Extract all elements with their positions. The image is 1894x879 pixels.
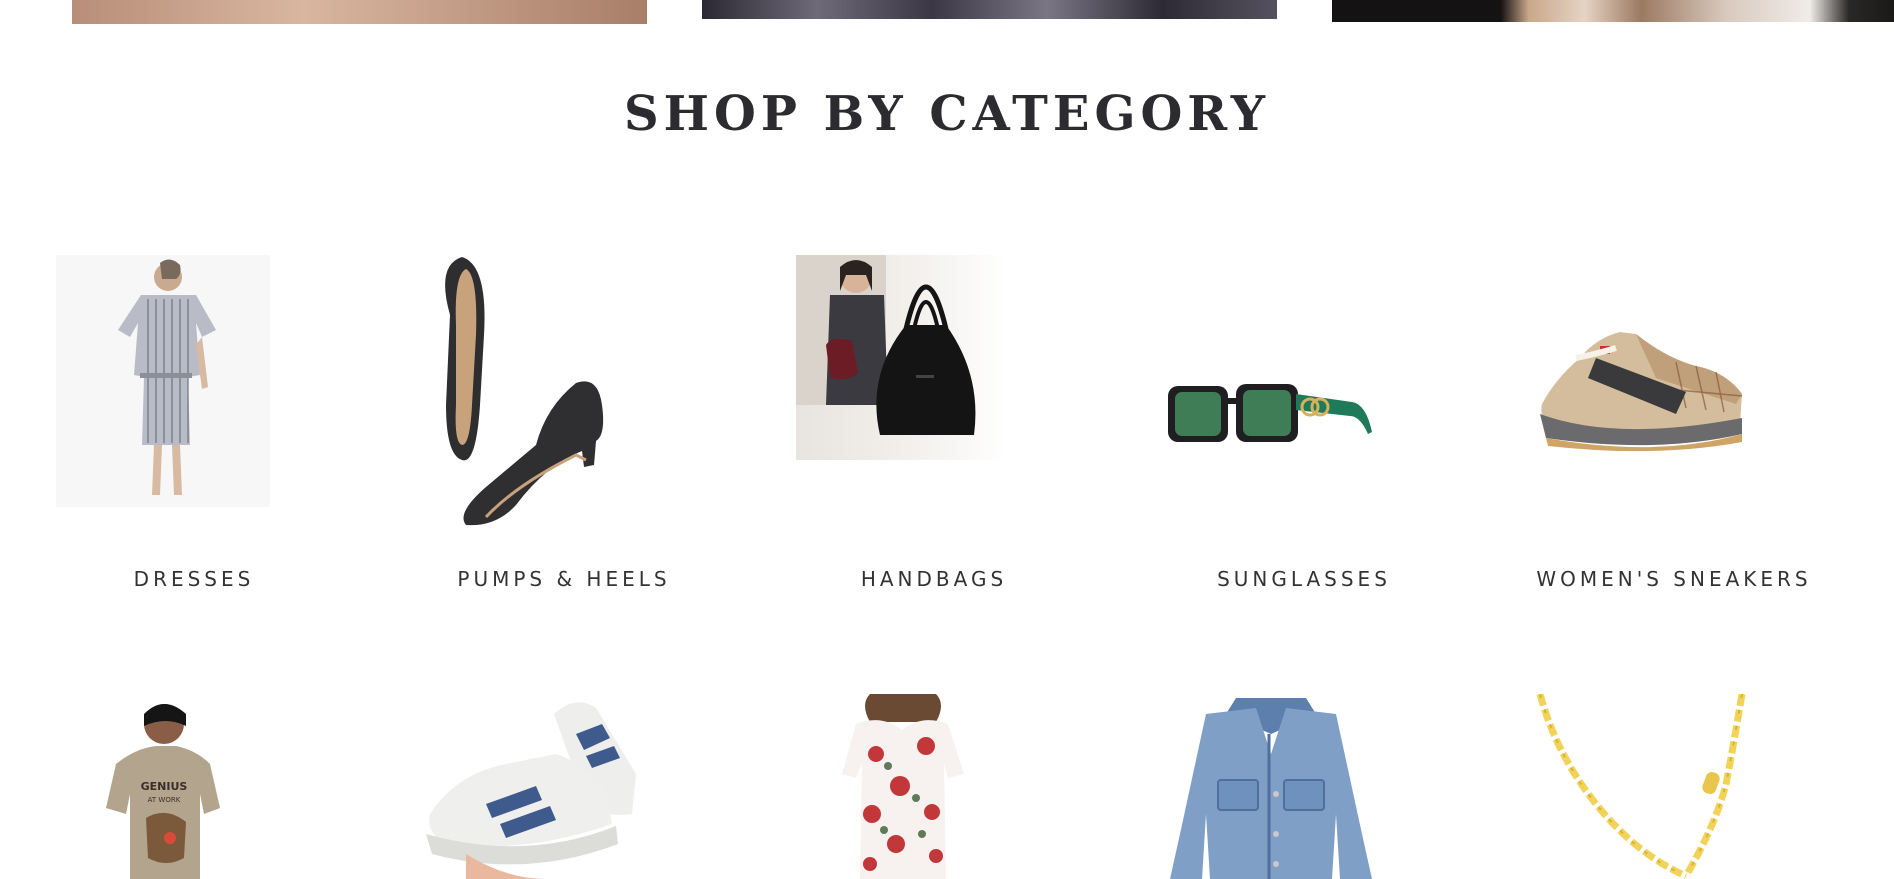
- dress-image[interactable]: [56, 255, 270, 507]
- category-label[interactable]: PUMPS & HEELS: [374, 567, 754, 591]
- mens-tshirt-image[interactable]: GENIUS AT WORK: [96, 698, 226, 879]
- banner-image-3[interactable]: [1332, 0, 1894, 22]
- denim-jacket-image[interactable]: [1166, 694, 1376, 879]
- white-sneakers-image[interactable]: [426, 694, 640, 879]
- sneaker-image[interactable]: [1536, 318, 1746, 458]
- category-label[interactable]: HANDBAGS: [744, 567, 1124, 591]
- category-label[interactable]: WOMEN'S SNEAKERS: [1484, 567, 1864, 591]
- category-label[interactable]: DRESSES: [4, 567, 384, 591]
- category-label[interactable]: SUNGLASSES: [1114, 567, 1494, 591]
- handbag-image[interactable]: [796, 255, 1006, 460]
- section-title: SHOP BY CATEGORY: [624, 86, 1270, 142]
- sunglasses-image[interactable]: [1166, 372, 1376, 456]
- banner-image-2[interactable]: [702, 0, 1277, 19]
- banner-image-1[interactable]: [72, 0, 647, 24]
- gold-chain-image[interactable]: [1536, 694, 1746, 879]
- heels-image[interactable]: [426, 255, 640, 533]
- floral-blouse-image[interactable]: [836, 694, 966, 879]
- svg-text:AT WORK: AT WORK: [148, 796, 181, 804]
- svg-text:GENIUS: GENIUS: [141, 780, 188, 793]
